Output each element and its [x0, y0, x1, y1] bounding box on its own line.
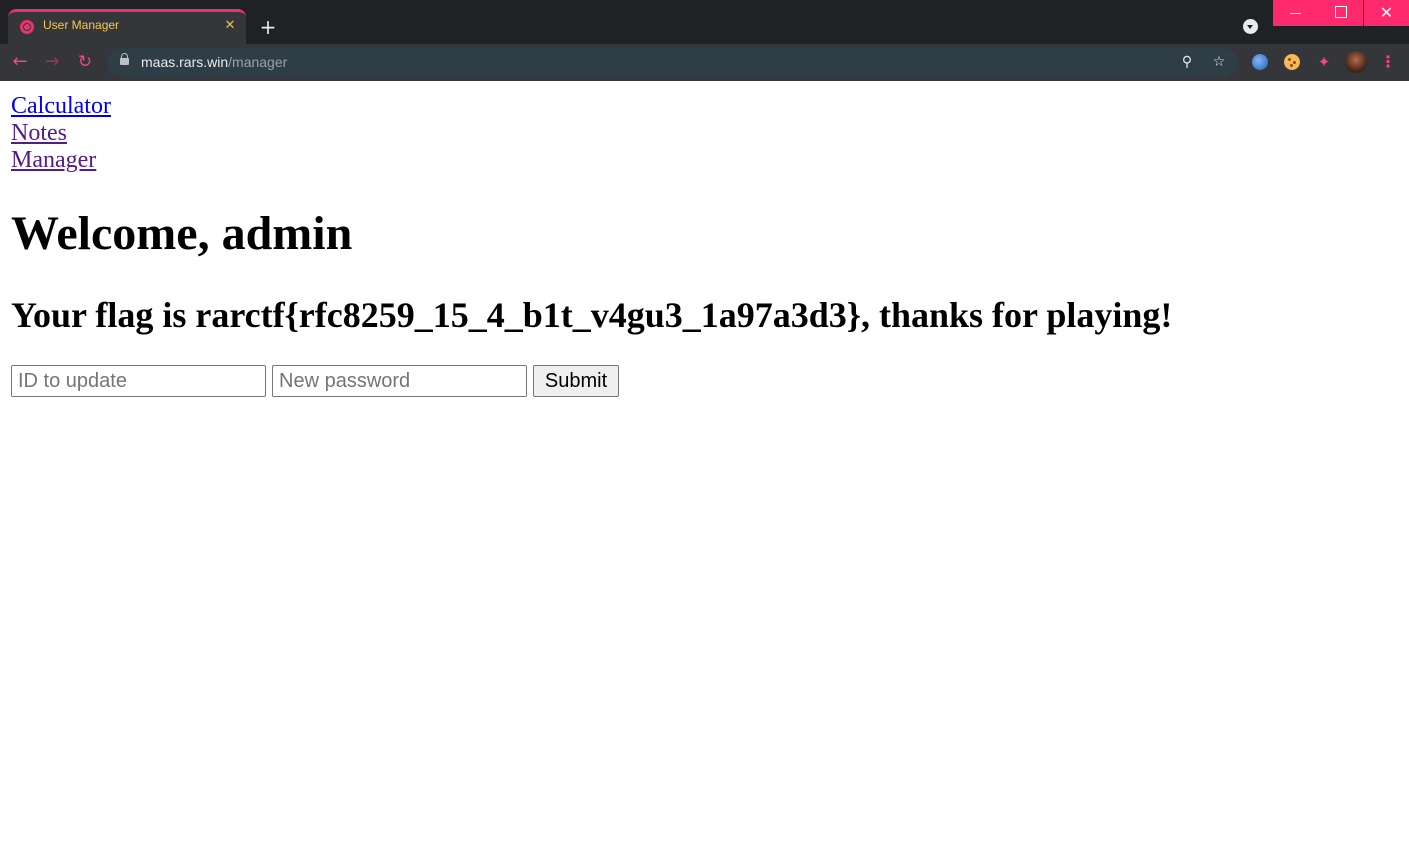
site-nav: Calculator Notes Manager [11, 93, 111, 174]
reload-icon[interactable]: ↻ [73, 50, 97, 74]
browser-toolbar: ← → ↻ maas.rars.win/manager ⚲ ☆ ✦ ⋮ [0, 44, 1409, 81]
browser-chrome: User Manager ✕ + — ✕ ← → ↻ maas.rars.win… [0, 0, 1409, 81]
lock-icon[interactable] [120, 53, 129, 65]
page-title: Welcome, admin [11, 207, 353, 260]
tab-search-icon[interactable] [1243, 19, 1258, 34]
globe-extension-icon[interactable] [1252, 54, 1268, 70]
url-host: maas.rars.win [141, 54, 229, 70]
new-password-input[interactable] [272, 365, 527, 397]
kebab-menu-icon[interactable]: ⋮ [1380, 52, 1396, 72]
forward-arrow-icon[interactable]: → [40, 50, 64, 74]
nav-link-manager[interactable]: Manager [11, 147, 111, 174]
url-path: /manager [228, 54, 288, 70]
page-content: Calculator Notes Manager Welcome, admin … [0, 81, 1409, 861]
window-close-button[interactable]: ✕ [1364, 0, 1409, 26]
tab-title: User Manager [43, 18, 120, 32]
maximize-icon [1334, 6, 1347, 18]
close-icon[interactable]: ✕ [220, 16, 240, 36]
tab-user-manager[interactable]: User Manager ✕ [8, 9, 246, 44]
submit-button[interactable]: Submit [533, 365, 619, 397]
minimize-button[interactable]: — [1273, 0, 1318, 26]
zoom-icon[interactable]: ⚲ [1178, 53, 1196, 71]
cookie-extension-icon[interactable] [1284, 54, 1300, 70]
new-tab-button[interactable]: + [256, 15, 280, 39]
maximize-button[interactable] [1318, 0, 1363, 26]
url-text[interactable]: maas.rars.win/manager [141, 54, 287, 70]
flag-message: Your flag is rarctf{rfc8259_15_4_b1t_v4g… [11, 295, 1173, 335]
bookmark-star-icon[interactable]: ☆ [1210, 53, 1228, 71]
globe-icon [20, 20, 34, 34]
address-bar[interactable]: maas.rars.win/manager ⚲ ☆ [107, 48, 1238, 77]
back-arrow-icon[interactable]: ← [8, 50, 32, 74]
nav-link-calculator[interactable]: Calculator [11, 93, 111, 120]
tab-strip: User Manager ✕ + — ✕ [0, 0, 1409, 44]
puzzle-extensions-icon[interactable]: ✦ [1316, 54, 1332, 70]
profile-avatar[interactable] [1345, 51, 1367, 73]
nav-link-notes[interactable]: Notes [11, 120, 111, 147]
id-input[interactable] [11, 365, 266, 397]
